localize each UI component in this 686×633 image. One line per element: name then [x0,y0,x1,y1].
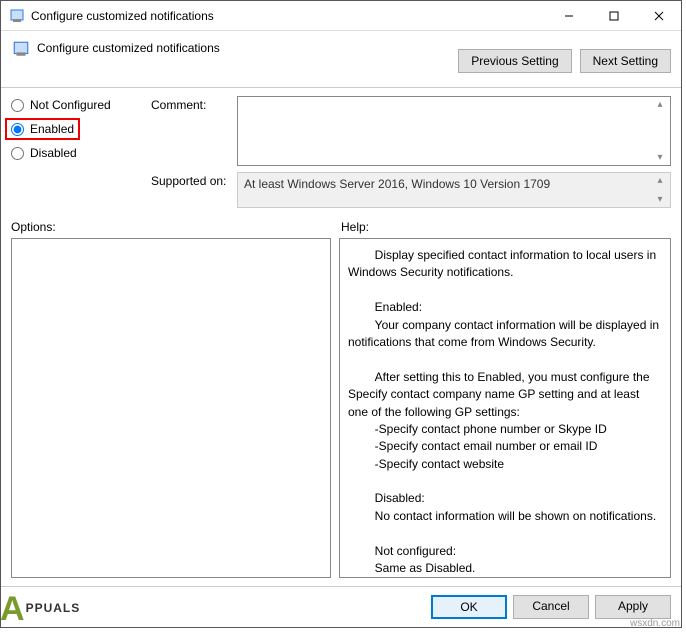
help-pane: Display specified contact information to… [339,238,671,578]
watermark-a-icon: A [0,590,26,629]
chevron-down-icon: ▾ [652,152,668,163]
supported-label: Supported on: [151,172,231,208]
config-row: Not Configured Enabled Disabled Comment:… [1,88,681,212]
radio-not-configured-label: Not Configured [30,98,111,112]
section-labels: Options: Help: [1,212,681,238]
comment-label: Comment: [151,96,231,166]
header-bar: Configure customized notifications Previ… [1,31,681,88]
watermark-logo: APPUALS [0,588,80,627]
chevron-up-icon: ▴ [652,99,668,110]
nav-buttons: Previous Setting Next Setting [458,49,671,73]
policy-icon [9,8,25,24]
next-setting-button[interactable]: Next Setting [580,49,671,73]
policy-header-icon [11,39,31,59]
window-title: Configure customized notifications [31,9,546,23]
panes: Display specified contact information to… [1,238,681,586]
ok-button[interactable]: OK [431,595,507,619]
radio-disabled-input[interactable] [11,147,24,160]
window-controls [546,1,681,30]
footer-buttons: OK Cancel Apply [1,586,681,627]
header-title: Configure customized notifications [37,39,452,55]
comment-scroll: ▴▾ [652,99,668,163]
radio-not-configured[interactable]: Not Configured [11,98,141,112]
fields: Comment: ▴▾ Supported on: At least Windo… [151,96,671,208]
radio-disabled[interactable]: Disabled [11,146,141,160]
supported-on-value: At least Windows Server 2016, Windows 10… [244,177,550,191]
chevron-down-icon: ▾ [652,194,668,205]
close-button[interactable] [636,1,681,30]
title-bar: Configure customized notifications [1,1,681,31]
state-radios: Not Configured Enabled Disabled [11,96,141,208]
apply-button[interactable]: Apply [595,595,671,619]
cancel-button[interactable]: Cancel [513,595,589,619]
supported-scroll: ▴▾ [652,175,668,205]
source-site: wsxdn.com [630,618,680,629]
options-pane [11,238,331,578]
chevron-up-icon: ▴ [652,175,668,186]
watermark-text: PPUALS [26,601,81,615]
radio-disabled-label: Disabled [30,146,77,160]
options-label: Options: [11,220,341,234]
help-label: Help: [341,220,671,234]
previous-setting-button[interactable]: Previous Setting [458,49,571,73]
minimize-button[interactable] [546,1,591,30]
radio-enabled-input[interactable] [11,123,24,136]
comment-row: Comment: ▴▾ [151,96,671,166]
supported-on-text: At least Windows Server 2016, Windows 10… [237,172,671,208]
radio-enabled[interactable]: Enabled [5,118,80,140]
radio-enabled-label: Enabled [30,122,74,136]
comment-textarea[interactable]: ▴▾ [237,96,671,166]
supported-row: Supported on: At least Windows Server 20… [151,172,671,208]
policy-window: Configure customized notifications Confi… [0,0,682,628]
maximize-button[interactable] [591,1,636,30]
radio-not-configured-input[interactable] [11,99,24,112]
